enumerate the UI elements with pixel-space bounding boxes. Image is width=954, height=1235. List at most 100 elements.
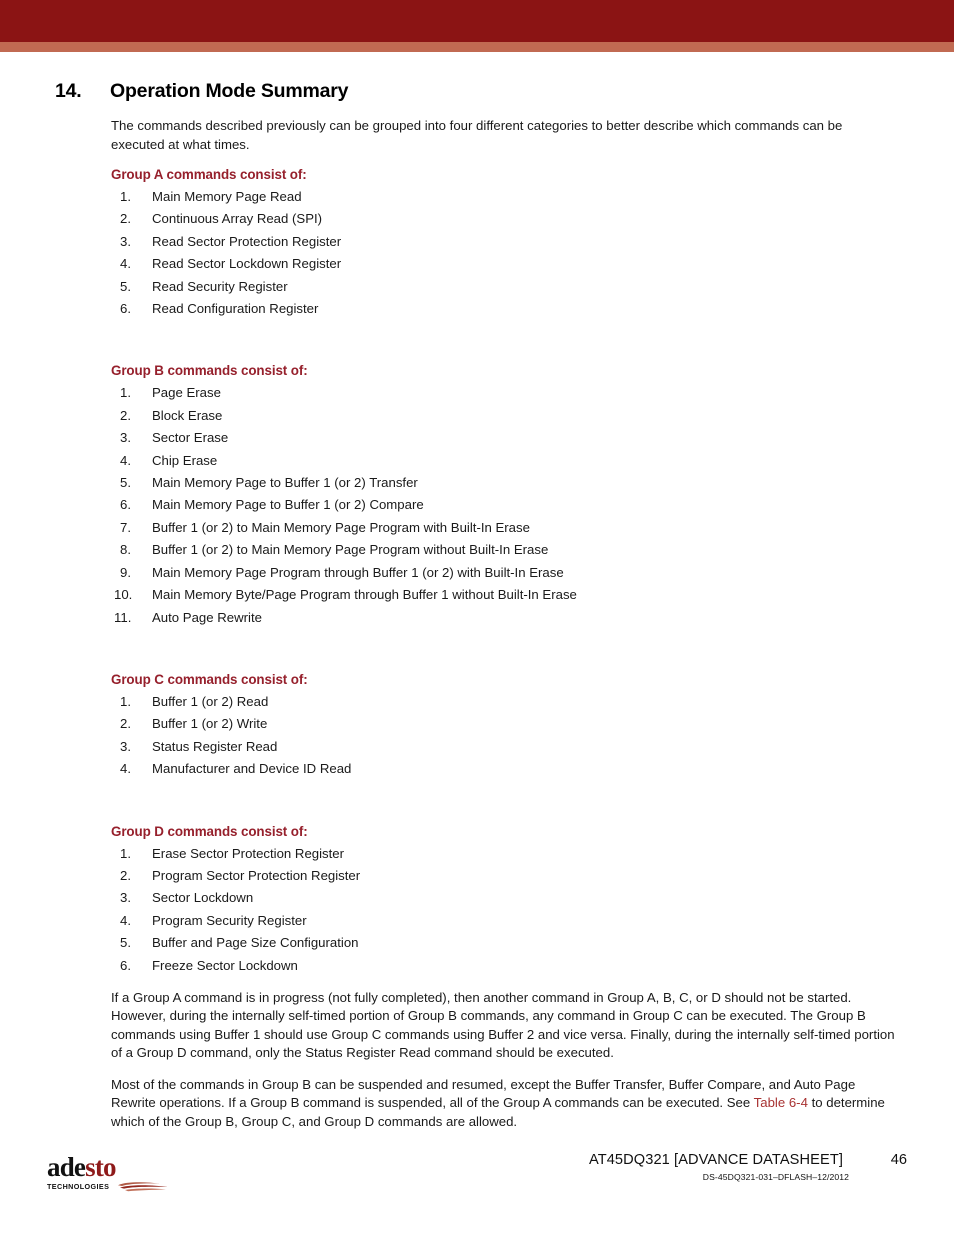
list-item: 9. Main Memory Page Program through Buffe…: [111, 562, 904, 584]
list-item-label: Status Register Read: [152, 738, 278, 754]
list-item-number: 5.: [120, 278, 131, 294]
list-item: 3. Sector Erase: [111, 427, 904, 449]
list-item-label: Auto Page Rewrite: [152, 609, 262, 625]
list-item-label: Chip Erase: [152, 452, 218, 468]
list-item: 2. Buffer 1 (or 2) Write: [111, 713, 904, 735]
list-item-label: Erase Sector Protection Register: [152, 845, 345, 861]
list-item-label: Main Memory Byte/Page Program through Bu…: [152, 587, 577, 603]
footer-info: AT45DQ321 [ADVANCE DATASHEET] 46 DS-45DQ…: [387, 1152, 907, 1182]
list-item-number: 6.: [120, 957, 131, 973]
list-item: 2. Block Erase: [111, 405, 904, 427]
header-accent-stripe: [0, 42, 954, 52]
list-item-label: Main Memory Page Read: [152, 189, 302, 204]
list-item: 1. Main Memory Page Read: [111, 186, 904, 208]
list-item-label: Page Erase: [152, 385, 221, 401]
list-item-number: 1.: [120, 385, 131, 401]
section-title-text: Operation Mode Summary: [110, 80, 349, 102]
list-item-label: Main Memory Page to Buffer 1 (or 2) Comp…: [152, 497, 424, 513]
page-number: 46: [890, 1152, 907, 1168]
list-item-number: 7.: [120, 519, 131, 535]
group-d-list: 1. Erase Sector Protection Register 2. Pro…: [111, 843, 904, 977]
list-item: 5. Read Security Register: [111, 276, 904, 298]
logo-word-red: sto: [85, 1152, 116, 1182]
list-item-label: Buffer and Page Size Configuration: [152, 935, 359, 951]
adesto-logo: adesto TECHNOLOGIES: [47, 1154, 177, 1192]
group-c-list: 1. Buffer 1 (or 2) Read 2. Buffer 1 (or 2)…: [111, 691, 904, 781]
list-item-number: 4.: [120, 452, 131, 468]
list-item: 6. Main Memory Page to Buffer 1 (or 2) Co…: [111, 494, 904, 516]
intro-paragraph: The commands described previously can be…: [111, 118, 843, 152]
list-item-label: Program Security Register: [152, 912, 307, 928]
list-item-label: Sector Erase: [152, 430, 229, 446]
list-item-number: 4.: [120, 761, 131, 777]
list-item-number: 3.: [120, 738, 131, 754]
list-item-number: 4.: [120, 256, 131, 272]
list-item-number: 8.: [120, 542, 131, 558]
logo-swoosh-icon: [116, 1181, 172, 1192]
list-item-label: Main Memory Page to Buffer 1 (or 2) Tran…: [152, 475, 418, 491]
list-item: 5. Main Memory Page to Buffer 1 (or 2) Tr…: [111, 472, 904, 494]
section-number: 14.: [55, 80, 82, 102]
list-item: 10. Main Memory Byte/Page Program through…: [111, 584, 904, 606]
list-item: 5. Buffer and Page Size Configuration: [111, 932, 904, 954]
group-a-list: 1. Main Memory Page Read 2. Continuous Arr…: [111, 186, 904, 320]
list-item-number: 5.: [120, 935, 131, 951]
document-title: AT45DQ321 [ADVANCE DATASHEET]: [588, 1152, 843, 1168]
group-c-heading: Group C commands consist of:: [111, 671, 308, 687]
list-item-number: 2.: [120, 211, 131, 227]
list-item-number: 3.: [120, 430, 131, 446]
list-item-number: 1.: [120, 693, 131, 709]
list-item: 6. Freeze Sector Lockdown: [111, 955, 904, 977]
list-item-label: Read Configuration Register: [152, 301, 319, 317]
closing-paragraph-2: Most of the commands in Group B can be s…: [111, 1076, 895, 1132]
list-item: 1. Buffer 1 (or 2) Read: [111, 691, 904, 713]
list-item-number: 5.: [120, 475, 131, 491]
list-item-label: Buffer 1 (or 2) Write: [152, 716, 268, 732]
logo-wordmark: adesto: [47, 1152, 177, 1182]
group-b-list: 1. Page Erase 2. Block Erase 3. Sector Eras…: [111, 382, 904, 628]
list-item-number: 6.: [120, 497, 131, 513]
group-a-heading: Group A commands consist of:: [111, 167, 307, 182]
list-item: 8. Buffer 1 (or 2) to Main Memory Page Pr…: [111, 539, 904, 561]
list-item: 2. Program Sector Protection Register: [111, 865, 904, 887]
list-item-label: Buffer 1 (or 2) to Main Memory Page Prog…: [152, 519, 530, 535]
list-item-number: 11.: [114, 609, 132, 625]
list-item-label: Read Sector Protection Register: [152, 233, 342, 249]
list-item-number: 6.: [120, 301, 131, 317]
page-footer: adesto TECHNOLOGIES AT45DQ321 [ADVANCE D…: [0, 1140, 954, 1235]
list-item: 4. Program Security Register: [111, 910, 904, 932]
group-d-heading: Group D commands consist of:: [111, 823, 308, 839]
logo-subrow: TECHNOLOGIES: [47, 1181, 177, 1192]
footer-title-row: AT45DQ321 [ADVANCE DATASHEET] 46: [387, 1152, 907, 1168]
list-item: 4. Chip Erase: [111, 450, 904, 472]
list-item-number: 2.: [120, 716, 131, 732]
list-item-label: Sector Lockdown: [152, 890, 254, 906]
list-item-number: 3.: [120, 233, 131, 249]
list-item-number: 10.: [114, 587, 133, 603]
logo-tagline: TECHNOLOGIES: [47, 1182, 110, 1191]
list-item-label: Buffer 1 (or 2) to Main Memory Page Prog…: [152, 542, 549, 558]
list-item: 3. Sector Lockdown: [111, 887, 904, 909]
list-item-label: Block Erase: [152, 407, 223, 423]
list-item: 3. Read Sector Protection Register: [111, 231, 904, 253]
list-item-number: 4.: [120, 912, 131, 928]
logo-word-dark: ade: [47, 1152, 86, 1182]
group-b-heading: Group B commands consist of:: [111, 363, 308, 379]
list-item-number: 2.: [120, 867, 131, 883]
list-item: 11. Auto Page Rewrite: [111, 607, 904, 629]
list-item-number: 2.: [120, 407, 131, 423]
body-content: The commands described previously can be…: [0, 117, 954, 1131]
list-item-label: Manufacturer and Device ID Read: [152, 761, 352, 777]
closing-paragraph-1: If a Group A command is in progress (not…: [111, 989, 895, 1061]
page-content: 14. Operation Mode Summary The commands …: [0, 52, 954, 1131]
list-item: 1. Page Erase: [111, 382, 904, 404]
list-item-label: Read Security Register: [152, 278, 288, 294]
list-item-label: Program Sector Protection Register: [152, 867, 361, 883]
list-item-label: Main Memory Page Program through Buffer …: [152, 564, 564, 580]
list-item-number: 1.: [120, 845, 131, 861]
table-6-4-link[interactable]: Table 6-4: [754, 1095, 808, 1110]
